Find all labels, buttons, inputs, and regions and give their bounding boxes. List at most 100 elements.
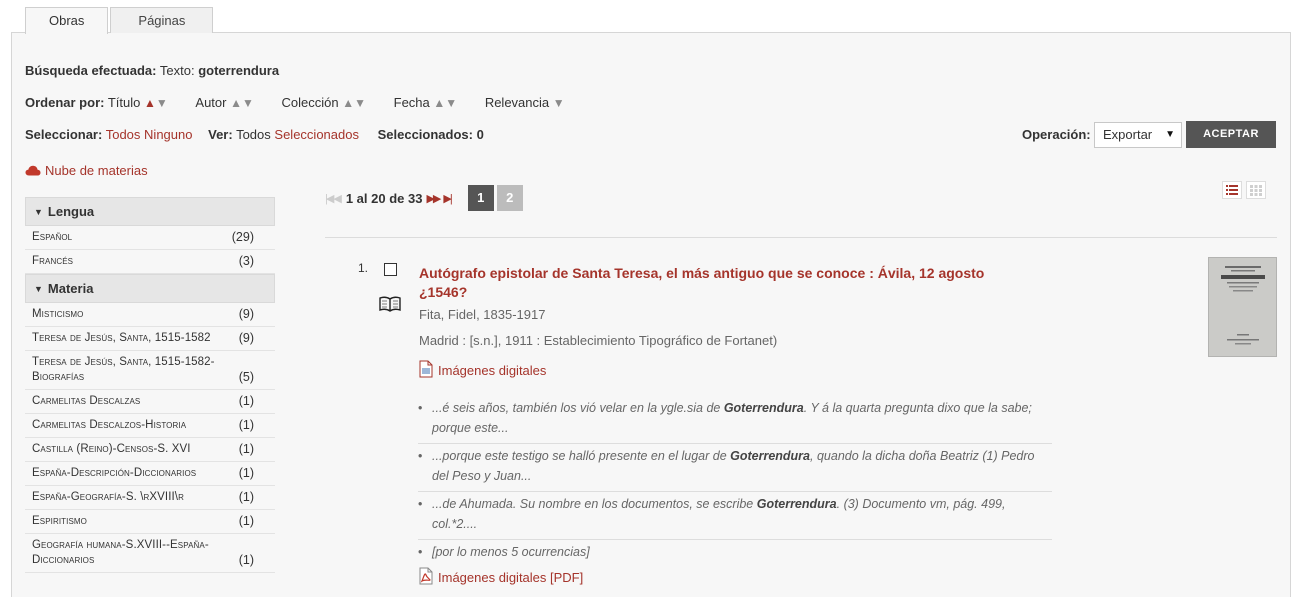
pdf-icon xyxy=(419,567,433,585)
select-label: Seleccionar: xyxy=(25,127,103,142)
facet-item-label: Francés xyxy=(32,255,74,267)
facet-item-count: (1) xyxy=(238,442,254,456)
pdf-images-label[interactable]: Imágenes digitales [PDF] xyxy=(438,570,583,585)
last-page-icon[interactable]: ▶| xyxy=(443,192,452,205)
operation-label: Operación: xyxy=(1022,127,1091,142)
facet-item-label: Teresa de Jesús, Santa, 1515-1582 xyxy=(32,332,211,344)
facet-item-label: España-Geografía-S. \rXVIII\r xyxy=(32,491,184,503)
select-all-link[interactable]: Todos xyxy=(106,127,141,142)
facet-item[interactable]: Espiritismo (1) xyxy=(25,510,275,534)
sort-asc-icon[interactable]: ▲ xyxy=(144,96,156,110)
sort-asc-icon[interactable]: ▲ xyxy=(230,96,242,110)
facet-item[interactable]: España-Geografía-S. \rXVIII\r (1) xyxy=(25,486,275,510)
facet-item[interactable]: Geografía humana-S.XVIII--España-Diccion… xyxy=(25,534,275,573)
facet-item-label: Misticismo xyxy=(32,308,84,320)
view-label: Ver: xyxy=(208,127,233,142)
facet-item[interactable]: España-Descripción-Diccionarios (1) xyxy=(25,462,275,486)
sort-desc-icon[interactable]: ▼ xyxy=(553,96,565,110)
subject-cloud-link[interactable]: Nube de materias xyxy=(25,163,148,178)
operation-selected: Exportar xyxy=(1103,127,1153,142)
book-cover-image xyxy=(1209,258,1276,356)
facet-item[interactable]: Carmelitas Descalzos-Historia (1) xyxy=(25,414,275,438)
facet-title: Lengua xyxy=(47,204,95,219)
sort-desc-icon[interactable]: ▼ xyxy=(156,96,168,110)
select-none-link[interactable]: Ninguno xyxy=(144,127,192,142)
snippet-text: ...porque este testigo se halló presente… xyxy=(432,449,731,463)
facet-item-label: Carmelitas Descalzas xyxy=(32,395,141,407)
facet-item-count: (1) xyxy=(238,418,254,432)
first-page-icon: |◀ ◀ xyxy=(325,192,342,205)
snippet: ...é seis años, también los vió velar en… xyxy=(418,396,1052,444)
snippet-highlight: Goterrendura xyxy=(723,401,804,415)
document-icon xyxy=(419,360,433,378)
sort-option-titulo: Título xyxy=(107,95,141,110)
result-thumbnail[interactable] xyxy=(1208,257,1277,357)
snippet: ...de Ahumada. Su nombre en los document… xyxy=(418,492,1052,540)
tab-obras[interactable]: Obras xyxy=(25,7,109,34)
caret-down-icon: ▼ xyxy=(34,207,43,217)
facet-item-count: (1) xyxy=(238,394,254,408)
sort-desc-icon[interactable]: ▼ xyxy=(354,96,366,110)
grid-view-icon[interactable] xyxy=(1246,181,1266,199)
snippet-highlight: Goterrendura xyxy=(730,449,811,463)
pagination: |◀ ◀ 1 al 20 de 33 ▶▶ ▶| 1 2 xyxy=(325,185,523,211)
sort-option-coleccion: Colección xyxy=(281,95,339,110)
facet-item-label: Castilla (Reino)-Censos-S. XVI xyxy=(32,443,191,455)
page-button[interactable]: 2 xyxy=(496,185,523,211)
sort-asc-icon[interactable]: ▲ xyxy=(342,96,354,110)
accept-button[interactable]: ACEPTAR xyxy=(1186,121,1276,148)
list-icon xyxy=(1226,185,1238,195)
facet-item[interactable]: Español (29) xyxy=(25,226,275,250)
snippet: ...porque este testigo se halló presente… xyxy=(418,444,1052,492)
search-summary: Búsqueda efectuada: Texto: goterrendura xyxy=(25,63,279,78)
operation-select[interactable]: Exportar ▼ xyxy=(1094,122,1182,148)
facet-item-label: Geografía humana-S.XVIII--España-Diccion… xyxy=(32,539,209,566)
search-term: goterrendura xyxy=(198,63,280,78)
result-checkbox[interactable] xyxy=(384,263,397,276)
facet-item-count: (1) xyxy=(238,466,254,480)
chevron-down-icon: ▼ xyxy=(1165,129,1175,140)
selection-bar: Seleccionar: Todos Ninguno Ver: Todos Se… xyxy=(25,127,484,142)
list-view-icon[interactable] xyxy=(1222,181,1242,199)
pdf-images-link[interactable]: Imágenes digitales [PDF] xyxy=(419,567,583,585)
view-all-option[interactable]: Todos xyxy=(236,127,271,142)
sort-desc-icon[interactable]: ▼ xyxy=(445,96,457,110)
facet-item[interactable]: Teresa de Jesús, Santa, 1515-1582-Biogra… xyxy=(25,351,275,390)
facet-item-label: Teresa de Jesús, Santa, 1515-1582-Biogra… xyxy=(32,356,215,383)
facet-item-label: España-Descripción-Diccionarios xyxy=(32,467,197,479)
result-title-link[interactable]: Autógrafo epistolar de Santa Teresa, el … xyxy=(419,264,1029,302)
page-range: 1 al 20 de 33 xyxy=(345,190,423,206)
snippet-text: ...é seis años, también los vió velar en… xyxy=(432,401,724,415)
search-label: Búsqueda efectuada: xyxy=(25,63,157,78)
results-divider xyxy=(325,237,1277,238)
next-page-icon[interactable]: ▶▶ xyxy=(426,192,441,205)
tab-bar: Obras Páginas xyxy=(25,7,215,34)
sort-desc-icon[interactable]: ▼ xyxy=(242,96,254,110)
page-button-current[interactable]: 1 xyxy=(467,185,494,211)
sort-asc-icon[interactable]: ▲ xyxy=(433,96,445,110)
tab-paginas[interactable]: Páginas xyxy=(110,7,214,33)
digital-images-label[interactable]: Imágenes digitales xyxy=(438,363,546,378)
facet-item[interactable]: Misticismo (9) xyxy=(25,303,275,327)
selected-count: Seleccionados: 0 xyxy=(377,127,484,142)
digital-images-link[interactable]: Imágenes digitales xyxy=(419,360,546,378)
facet-item-label: Espiritismo xyxy=(32,515,87,527)
sort-label: Ordenar por: xyxy=(25,95,105,110)
facet-header-materia[interactable]: ▼ Materia xyxy=(25,274,275,303)
facet-item-count: (9) xyxy=(238,307,254,321)
facet-item[interactable]: Castilla (Reino)-Censos-S. XVI (1) xyxy=(25,438,275,462)
facet-item[interactable]: Carmelitas Descalzas (1) xyxy=(25,390,275,414)
facet-item[interactable]: Francés (3) xyxy=(25,250,275,274)
facet-item[interactable]: Teresa de Jesús, Santa, 1515-1582 (9) xyxy=(25,327,275,351)
facet-item-label: Carmelitas Descalzos-Historia xyxy=(32,419,187,431)
snippet-highlight: Goterrendura xyxy=(756,497,837,511)
snippet-text: ...de Ahumada. Su nombre en los document… xyxy=(432,497,757,511)
subject-cloud-label[interactable]: Nube de materias xyxy=(45,163,148,178)
cloud-icon xyxy=(25,165,41,176)
facet-item-label: Español xyxy=(32,231,73,243)
facet-header-lengua[interactable]: ▼ Lengua xyxy=(25,197,275,226)
facet-item-count: (3) xyxy=(238,254,254,268)
facet-sidebar: ▼ Lengua Español (29) Francés (3) ▼ Materia … xyxy=(25,197,275,573)
view-selected-link[interactable]: Seleccionados xyxy=(274,127,359,142)
facet-title: Materia xyxy=(47,281,94,296)
